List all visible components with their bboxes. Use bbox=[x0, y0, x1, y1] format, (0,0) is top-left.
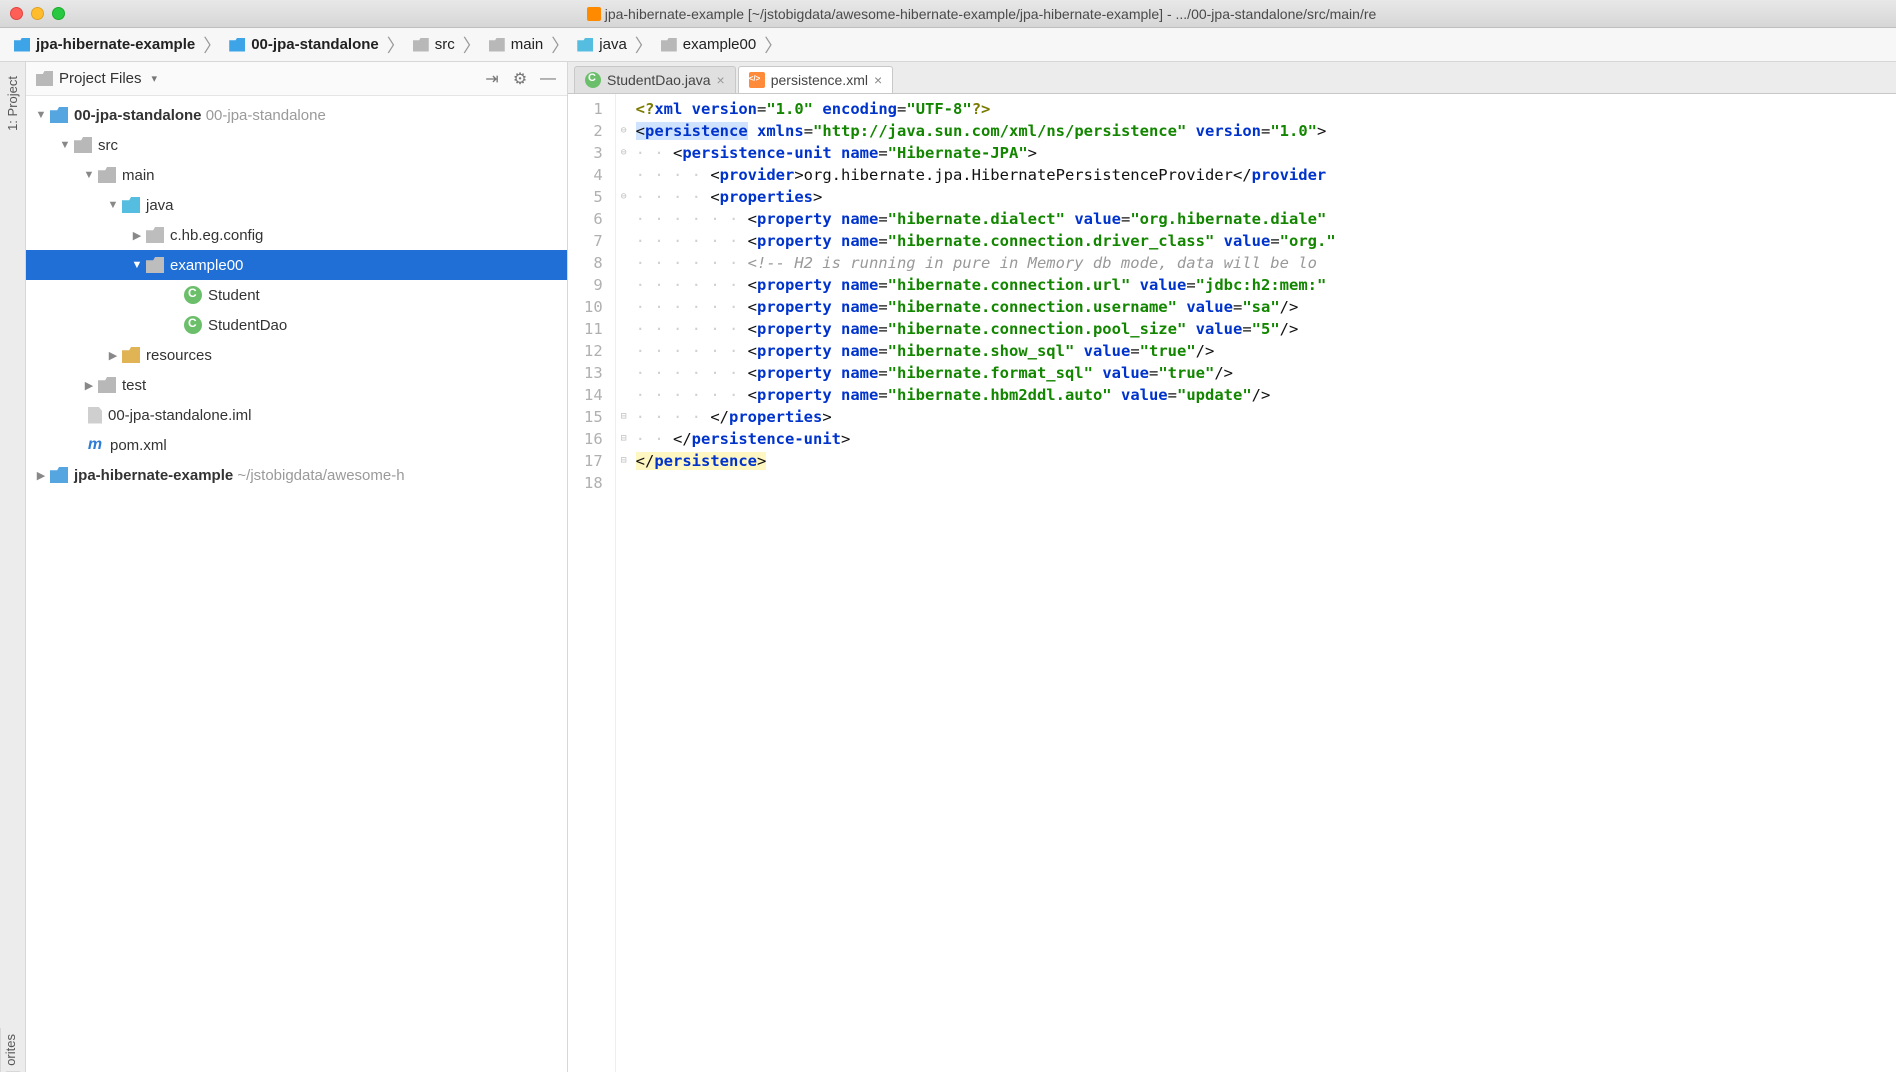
folder-icon bbox=[413, 38, 429, 52]
maven-icon: m bbox=[86, 437, 104, 453]
tool-window-stripe-left: 1: Project bbox=[0, 62, 26, 1072]
folder-icon bbox=[98, 377, 116, 393]
tree-folder-test[interactable]: ▶test bbox=[26, 370, 567, 400]
editor-area: StudentDao.java× persistence.xml× 123456… bbox=[568, 62, 1896, 1072]
package-icon bbox=[146, 227, 164, 243]
breadcrumb-item[interactable]: jpa-hibernate-example bbox=[8, 36, 201, 53]
window-title: jpa-hibernate-example [~/jstobigdata/awe… bbox=[77, 6, 1886, 22]
folder-icon bbox=[36, 71, 53, 86]
folder-icon bbox=[98, 167, 116, 183]
module-icon bbox=[50, 107, 68, 123]
tree-class[interactable]: Student bbox=[26, 280, 567, 310]
chevron-right-icon: 〉 bbox=[385, 32, 407, 58]
tree-folder-src[interactable]: ▼src bbox=[26, 130, 567, 160]
source-folder-icon bbox=[122, 197, 140, 213]
collapse-all-icon[interactable]: ⇥ bbox=[483, 70, 501, 88]
tree-folder-java[interactable]: ▼java bbox=[26, 190, 567, 220]
titlebar: jpa-hibernate-example [~/jstobigdata/awe… bbox=[0, 0, 1896, 28]
class-icon bbox=[184, 316, 202, 334]
editor-tab[interactable]: StudentDao.java× bbox=[574, 66, 736, 93]
app-icon bbox=[587, 7, 601, 21]
gear-icon[interactable]: ⚙ bbox=[511, 70, 529, 88]
close-tab-icon[interactable]: × bbox=[874, 72, 882, 88]
breadcrumb-item[interactable]: main bbox=[483, 36, 550, 53]
folder-icon bbox=[661, 38, 677, 52]
folder-icon bbox=[14, 38, 30, 52]
project-view-selector[interactable]: Project Files ▾ bbox=[36, 70, 157, 87]
tree-package-selected[interactable]: ▼example00 bbox=[26, 250, 567, 280]
zoom-window-button[interactable] bbox=[52, 7, 65, 20]
xml-file-icon bbox=[749, 72, 765, 88]
chevron-down-icon: ▾ bbox=[152, 72, 158, 85]
chevron-right-icon: 〉 bbox=[762, 32, 784, 58]
project-tree[interactable]: ▼00-jpa-standalone 00-jpa-standalone ▼sr… bbox=[26, 96, 567, 1072]
code-content[interactable]: <?xml version="1.0" encoding="UTF-8"?><p… bbox=[632, 94, 1896, 1072]
minimize-window-button[interactable] bbox=[31, 7, 44, 20]
tree-package[interactable]: ▶c.hb.eg.config bbox=[26, 220, 567, 250]
tree-class[interactable]: StudentDao bbox=[26, 310, 567, 340]
close-tab-icon[interactable]: × bbox=[717, 72, 725, 88]
tree-module[interactable]: ▶jpa-hibernate-example ~/jstobigdata/awe… bbox=[26, 460, 567, 490]
chevron-right-icon: 〉 bbox=[461, 32, 483, 58]
breadcrumb-bar: jpa-hibernate-example〉 00-jpa-standalone… bbox=[0, 28, 1896, 62]
editor-tab-active[interactable]: persistence.xml× bbox=[738, 66, 893, 93]
package-icon bbox=[146, 257, 164, 273]
file-icon bbox=[88, 407, 102, 424]
favorites-tool-window-tab[interactable]: orites bbox=[0, 1028, 20, 1072]
module-icon bbox=[50, 467, 68, 483]
breadcrumb-item[interactable]: java bbox=[571, 36, 633, 53]
breadcrumb-item[interactable]: src bbox=[407, 36, 461, 53]
fold-gutter[interactable]: ⊖⊖⊖⊟⊟⊟ bbox=[616, 94, 632, 1072]
project-panel-header: Project Files ▾ ⇥ ⚙ — bbox=[26, 62, 567, 96]
resources-folder-icon bbox=[122, 347, 140, 363]
chevron-right-icon: 〉 bbox=[549, 32, 571, 58]
chevron-right-icon: 〉 bbox=[633, 32, 655, 58]
folder-icon bbox=[74, 137, 92, 153]
class-icon bbox=[585, 72, 601, 88]
chevron-right-icon: 〉 bbox=[201, 32, 223, 58]
hide-panel-icon[interactable]: — bbox=[539, 70, 557, 88]
tree-module[interactable]: ▼00-jpa-standalone 00-jpa-standalone bbox=[26, 100, 567, 130]
code-editor[interactable]: 123456789101112131415161718 ⊖⊖⊖⊟⊟⊟ <?xml… bbox=[568, 94, 1896, 1072]
project-tool-window-tab[interactable]: 1: Project bbox=[3, 70, 22, 137]
breadcrumb-item[interactable]: 00-jpa-standalone bbox=[223, 36, 385, 53]
line-number-gutter: 123456789101112131415161718 bbox=[568, 94, 616, 1072]
window-controls bbox=[10, 7, 65, 20]
folder-icon bbox=[229, 38, 245, 52]
class-icon bbox=[184, 286, 202, 304]
breadcrumb-item[interactable]: example00 bbox=[655, 36, 762, 53]
project-panel: Project Files ▾ ⇥ ⚙ — ▼00-jpa-standalone… bbox=[26, 62, 568, 1072]
editor-tabs: StudentDao.java× persistence.xml× bbox=[568, 62, 1896, 94]
close-window-button[interactable] bbox=[10, 7, 23, 20]
folder-icon bbox=[577, 38, 593, 52]
tree-folder-resources[interactable]: ▶resources bbox=[26, 340, 567, 370]
tree-file-pom[interactable]: mpom.xml bbox=[26, 430, 567, 460]
folder-icon bbox=[489, 38, 505, 52]
tree-folder-main[interactable]: ▼main bbox=[26, 160, 567, 190]
tree-file-iml[interactable]: 00-jpa-standalone.iml bbox=[26, 400, 567, 430]
